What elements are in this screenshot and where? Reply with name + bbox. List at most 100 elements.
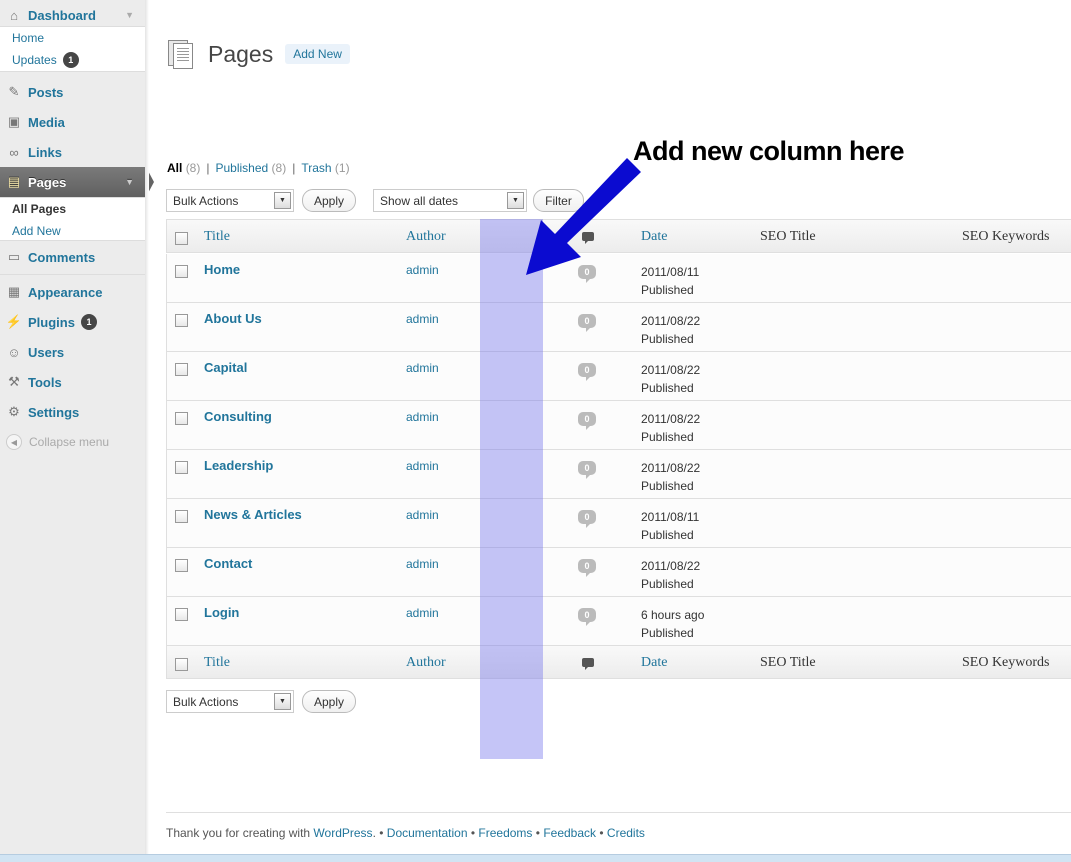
row-checkbox[interactable] xyxy=(175,461,188,474)
table-header: Title Author Date SEO Title SEO Keywords xyxy=(166,219,1071,253)
filter-button[interactable]: Filter xyxy=(533,189,584,212)
filter-all-link[interactable]: All xyxy=(167,161,182,175)
plugins-count-badge: 1 xyxy=(80,314,97,330)
menu-toggle-icon[interactable]: ▼ xyxy=(125,10,134,20)
menu-settings[interactable]: ⚙ Settings xyxy=(0,397,146,427)
menu-settings-label: Settings xyxy=(28,404,80,420)
bulk-actions-select-bottom[interactable]: Bulk Actions ▼ xyxy=(166,690,294,713)
filter-separator: | xyxy=(206,161,210,175)
submenu-updates-label: Updates xyxy=(12,53,57,67)
page-title-link[interactable]: Capital xyxy=(204,360,247,375)
page-status: Published xyxy=(641,332,694,346)
comment-count-badge[interactable]: 0 xyxy=(578,510,596,528)
menu-tools[interactable]: ⚒ Tools xyxy=(0,367,146,397)
page-date: 2011/08/11 xyxy=(641,265,700,279)
comment-count-badge[interactable]: 0 xyxy=(578,412,596,430)
comment-count-badge[interactable]: 0 xyxy=(578,265,596,283)
menu-posts[interactable]: ✎ Posts xyxy=(0,77,146,107)
footer-documentation-link[interactable]: Documentation xyxy=(387,826,468,840)
apply-button-bottom[interactable]: Apply xyxy=(302,690,356,713)
column-author-header[interactable]: Author xyxy=(406,229,446,245)
menu-plugins[interactable]: ⚡ Plugins 1 xyxy=(0,307,146,337)
footer-feedback-link[interactable]: Feedback xyxy=(543,826,596,840)
page-title-link[interactable]: News & Articles xyxy=(204,507,302,522)
row-checkbox[interactable] xyxy=(175,412,188,425)
column-title-header[interactable]: Title xyxy=(204,229,230,245)
speech-bubble-icon: ▭ xyxy=(7,249,21,264)
menu-media[interactable]: ▣ Media xyxy=(0,107,146,137)
menu-pages[interactable]: ▤ Pages ▼ xyxy=(0,167,154,197)
menu-toggle-icon[interactable]: ▼ xyxy=(125,177,134,187)
page-author-link[interactable]: admin xyxy=(406,606,439,620)
page-date-cell: 2011/08/22 Published xyxy=(641,312,700,348)
add-new-page-button[interactable]: Add New xyxy=(285,44,350,64)
row-checkbox[interactable] xyxy=(175,559,188,572)
page-title-link[interactable]: Leadership xyxy=(204,458,273,473)
page-date-cell: 2011/08/22 Published xyxy=(641,410,700,446)
comments-column-icon[interactable] xyxy=(582,658,594,670)
menu-posts-label: Posts xyxy=(28,84,64,100)
footer-credits-link[interactable]: Credits xyxy=(607,826,645,840)
comment-count-badge[interactable]: 0 xyxy=(578,461,596,479)
menu-comments[interactable]: ▭ Comments xyxy=(0,242,146,272)
menu-users[interactable]: ☺ Users xyxy=(0,337,146,367)
bulk-actions-select-top[interactable]: Bulk Actions ▼ xyxy=(166,189,294,212)
menu-links[interactable]: ∞ Links xyxy=(0,137,146,167)
row-checkbox[interactable] xyxy=(175,314,188,327)
bulk-actions-value: Bulk Actions xyxy=(173,193,239,208)
column-title-footer[interactable]: Title xyxy=(204,655,230,671)
page-author-link[interactable]: admin xyxy=(406,459,439,473)
comment-count-badge[interactable]: 0 xyxy=(578,559,596,577)
dashboard-icon: ⌂ xyxy=(10,7,18,23)
page-author-link[interactable]: admin xyxy=(406,263,439,277)
page-date: 2011/08/22 xyxy=(641,314,701,328)
footer-wordpress-link[interactable]: WordPress xyxy=(313,826,372,840)
page-date-cell: 2011/08/22 Published xyxy=(641,361,700,397)
submenu-add-new-label: Add New xyxy=(12,224,61,238)
row-checkbox[interactable] xyxy=(175,608,188,621)
chain-link-icon: ∞ xyxy=(9,144,19,160)
select-all-checkbox[interactable] xyxy=(175,232,188,245)
page-author-link[interactable]: admin xyxy=(406,508,439,522)
comment-count-badge[interactable]: 0 xyxy=(578,314,596,332)
bulk-actions-value: Bulk Actions xyxy=(173,694,239,709)
submenu-home[interactable]: Home xyxy=(0,27,146,49)
submenu-updates[interactable]: Updates 1 xyxy=(0,49,146,71)
filter-trash-link[interactable]: Trash xyxy=(301,161,331,175)
comments-column-icon[interactable] xyxy=(582,232,594,244)
page-author-link[interactable]: admin xyxy=(406,410,439,424)
apply-button-top[interactable]: Apply xyxy=(302,189,356,212)
submenu-all-pages[interactable]: All Pages xyxy=(0,198,146,220)
row-checkbox[interactable] xyxy=(175,510,188,523)
row-checkbox[interactable] xyxy=(175,363,188,376)
submenu-add-new[interactable]: Add New xyxy=(0,220,146,242)
page-title-link[interactable]: Home xyxy=(204,262,240,277)
comment-count-badge[interactable]: 0 xyxy=(578,608,596,626)
collapse-menu-button[interactable]: ◀ Collapse menu xyxy=(6,434,109,450)
column-date-footer[interactable]: Date xyxy=(641,655,667,671)
menu-separator xyxy=(0,274,146,275)
menu-users-label: Users xyxy=(28,344,65,360)
page-title-link[interactable]: Login xyxy=(204,605,239,620)
page-author-link[interactable]: admin xyxy=(406,361,439,375)
select-all-checkbox[interactable] xyxy=(175,658,188,671)
table-footer: Title Author Date SEO Title SEO Keywords xyxy=(166,645,1071,679)
comment-count-badge[interactable]: 0 xyxy=(578,363,596,381)
row-checkbox[interactable] xyxy=(175,265,188,278)
page-author-link[interactable]: admin xyxy=(406,312,439,326)
filter-all-count: (8) xyxy=(185,161,201,175)
page-title-link[interactable]: About Us xyxy=(204,311,262,326)
table-row: News & Articles admin 0 2011/08/11 Published xyxy=(166,499,1071,548)
new-column-highlight xyxy=(480,219,543,759)
footer-freedoms-link[interactable]: Freedoms xyxy=(478,826,532,840)
column-date-header[interactable]: Date xyxy=(641,229,667,245)
menu-comments-label: Comments xyxy=(28,249,96,265)
page-title-link[interactable]: Contact xyxy=(204,556,252,571)
date-filter-select[interactable]: Show all dates ▼ xyxy=(373,189,527,212)
page-title-link[interactable]: Consulting xyxy=(204,409,272,424)
filter-published-link[interactable]: Published xyxy=(215,161,268,175)
menu-appearance[interactable]: ▦ Appearance xyxy=(0,277,146,307)
page-author-link[interactable]: admin xyxy=(406,557,439,571)
menu-dashboard-label: Dashboard xyxy=(28,7,96,23)
column-author-footer[interactable]: Author xyxy=(406,655,446,671)
